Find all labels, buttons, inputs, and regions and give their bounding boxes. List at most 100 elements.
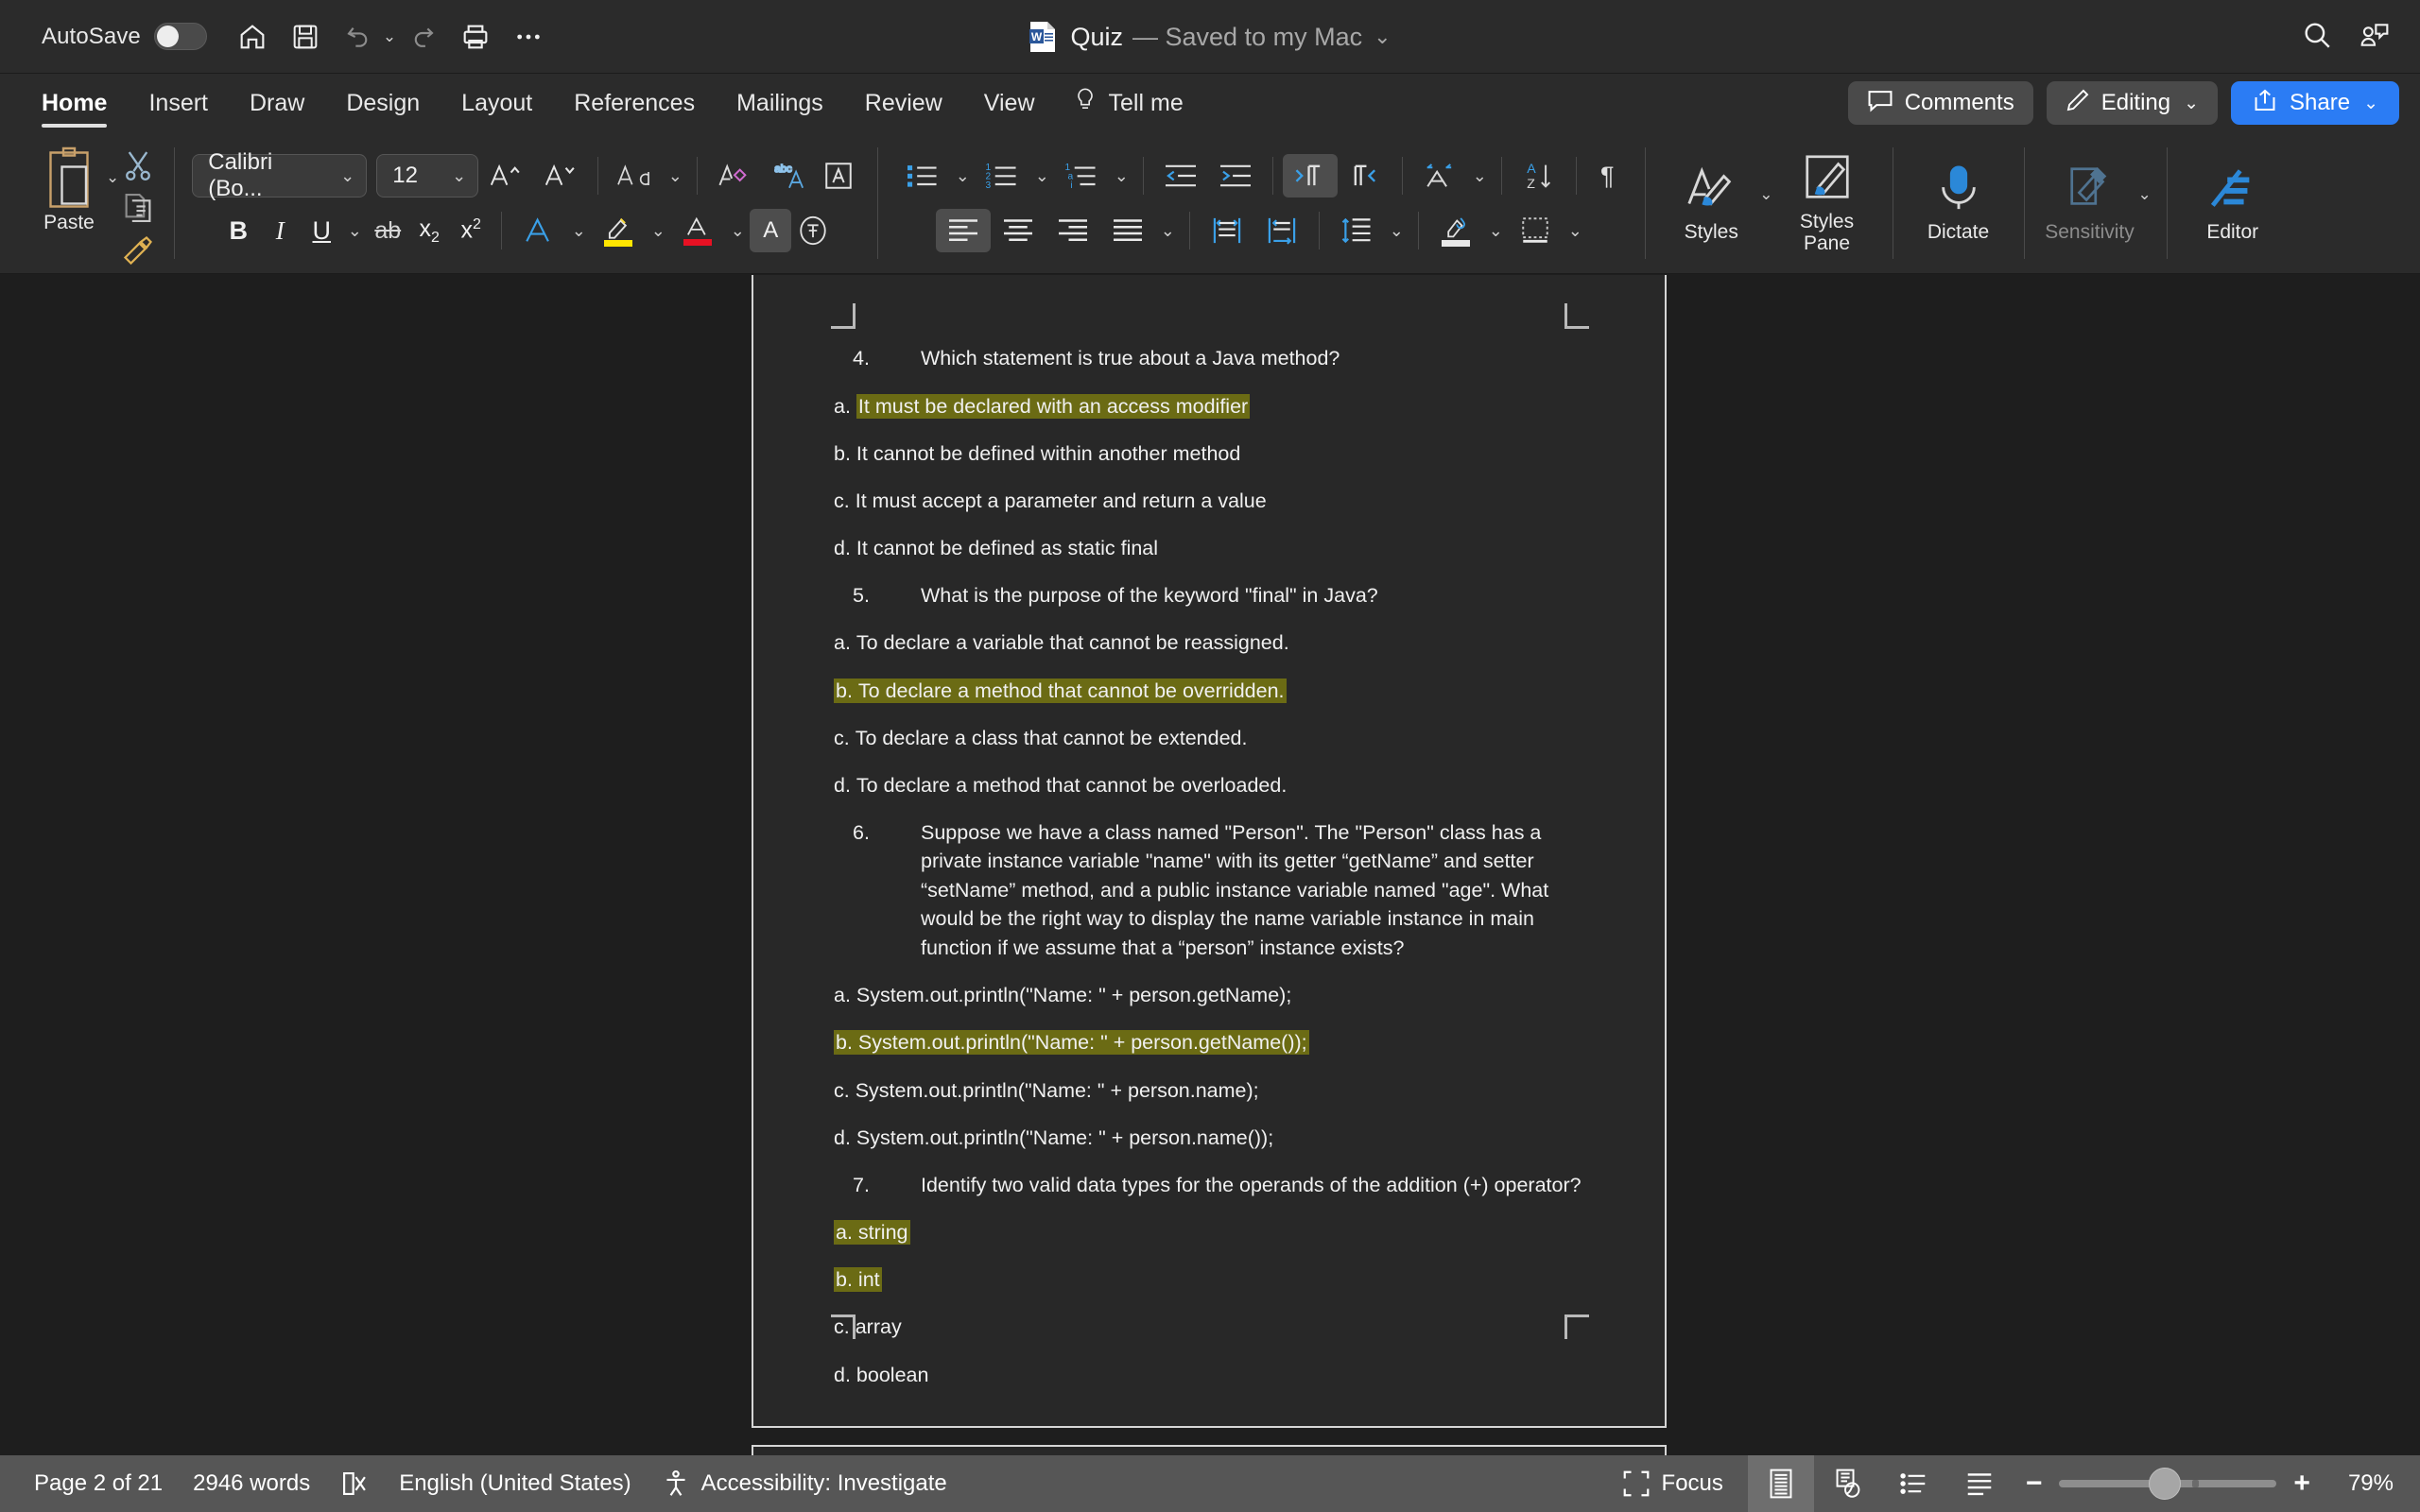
sensitivity-button[interactable]: Sensitivity xyxy=(2038,132,2142,274)
zoom-out-button[interactable]: − xyxy=(2026,1469,2043,1498)
shading-icon[interactable] xyxy=(1428,209,1483,252)
shading-chevron-down-icon[interactable]: ⌄ xyxy=(1483,209,1508,252)
editing-mode-button[interactable]: Editing ⌄ xyxy=(2046,81,2219,125)
proofing-status-icon[interactable] xyxy=(340,1469,369,1498)
editing-chevron-down-icon[interactable]: ⌄ xyxy=(2184,93,2199,114)
shrink-font-icon[interactable] xyxy=(533,154,588,198)
tab-home[interactable]: Home xyxy=(21,74,128,132)
styles-pane-button[interactable]: Styles Pane xyxy=(1775,132,1879,274)
strikethrough-button[interactable]: ab xyxy=(367,209,408,252)
bullet-list-chevron-down-icon[interactable]: ⌄ xyxy=(950,154,975,198)
tab-layout[interactable]: Layout xyxy=(441,74,553,132)
share-button[interactable]: Share ⌄ xyxy=(2231,81,2399,125)
language-indicator[interactable]: English (United States) xyxy=(399,1470,631,1497)
align-center-button[interactable] xyxy=(991,209,1046,252)
bullet-list-icon[interactable] xyxy=(895,154,950,198)
zoom-slider[interactable] xyxy=(2059,1468,2277,1500)
draft-view-button[interactable] xyxy=(1946,1455,2013,1512)
tab-insert[interactable]: Insert xyxy=(128,74,229,132)
text-box-icon[interactable] xyxy=(817,154,860,198)
paste-button[interactable]: Paste xyxy=(28,144,110,234)
tab-mailings[interactable]: Mailings xyxy=(716,74,844,132)
save-icon[interactable] xyxy=(281,12,330,61)
bold-button[interactable]: B xyxy=(217,209,259,252)
line-spacing-chevron-down-icon[interactable]: ⌄ xyxy=(1384,209,1409,252)
tell-me-button[interactable]: Tell me xyxy=(1056,87,1184,120)
redo-icon[interactable] xyxy=(398,12,447,61)
word-count[interactable]: 2946 words xyxy=(193,1470,310,1497)
print-layout-view-button[interactable] xyxy=(1747,1455,1814,1512)
comments-button[interactable]: Comments xyxy=(1847,81,2033,125)
document-page-3[interactable] xyxy=(752,1445,1667,1455)
tab-design[interactable]: Design xyxy=(325,74,441,132)
home-icon[interactable] xyxy=(228,12,277,61)
document-body[interactable]: 4. Which statement is true about a Java m… xyxy=(834,327,1590,1408)
change-case-chevron-down-icon[interactable]: ⌄ xyxy=(663,154,687,198)
tab-view[interactable]: View xyxy=(963,74,1056,132)
font-color-chevron-down-icon[interactable]: ⌄ xyxy=(725,209,750,252)
styles-chevron-down-icon[interactable]: ⌄ xyxy=(1759,185,1772,204)
indent-paragraph-icon[interactable] xyxy=(1254,209,1309,252)
character-shading-button[interactable]: A xyxy=(750,209,792,252)
clear-formatting-icon[interactable] xyxy=(707,154,762,198)
font-size-input[interactable]: 12 ⌄ xyxy=(376,154,479,198)
multilevel-list-chevron-down-icon[interactable]: ⌄ xyxy=(1109,154,1133,198)
borders-chevron-down-icon[interactable]: ⌄ xyxy=(1563,209,1587,252)
tab-references[interactable]: References xyxy=(553,74,716,132)
asian-layout-chevron-down-icon[interactable]: ⌄ xyxy=(1467,154,1492,198)
share-chevron-down-icon[interactable]: ⌄ xyxy=(2363,93,2378,114)
styles-button[interactable]: Styles xyxy=(1659,132,1763,274)
rtl-text-direction-button[interactable] xyxy=(1338,154,1392,198)
character-border-icon[interactable] xyxy=(791,209,835,252)
superscript-button[interactable]: x2 xyxy=(450,209,492,252)
search-icon[interactable] xyxy=(2301,19,2333,56)
sort-icon[interactable]: AZ xyxy=(1512,154,1566,198)
outline-view-button[interactable] xyxy=(1880,1455,1946,1512)
borders-icon[interactable] xyxy=(1508,209,1563,252)
page-indicator[interactable]: Page 2 of 21 xyxy=(34,1470,163,1497)
decrease-indent-icon[interactable] xyxy=(1153,154,1208,198)
highlight-chevron-down-icon[interactable]: ⌄ xyxy=(646,209,670,252)
numbered-list-icon[interactable]: 123 xyxy=(975,154,1029,198)
underline-chevron-down-icon[interactable]: ⌄ xyxy=(342,209,367,252)
zoom-in-button[interactable]: + xyxy=(2293,1469,2310,1498)
font-size-chevron-down-icon[interactable]: ⌄ xyxy=(452,166,466,186)
text-effects-icon[interactable] xyxy=(511,209,566,252)
align-right-button[interactable] xyxy=(1046,209,1100,252)
multilevel-list-icon[interactable]: 1ai xyxy=(1054,154,1109,198)
document-title-dropdown-icon[interactable]: ⌄ xyxy=(1374,25,1391,49)
ltr-text-direction-button[interactable] xyxy=(1283,154,1339,198)
spelling-check-icon[interactable]: abc xyxy=(762,154,817,198)
align-left-button[interactable] xyxy=(936,209,992,252)
document-canvas[interactable]: 4. Which statement is true about a Java m… xyxy=(0,275,2420,1455)
cut-icon[interactable] xyxy=(122,149,154,186)
font-name-input[interactable]: Calibri (Bo... ⌄ xyxy=(192,149,368,201)
undo-dropdown-icon[interactable]: ⌄ xyxy=(383,27,396,46)
increase-indent-icon[interactable] xyxy=(1208,154,1263,198)
subscript-button[interactable]: x2 xyxy=(408,209,450,252)
print-icon[interactable] xyxy=(451,12,500,61)
zoom-percentage[interactable]: 79% xyxy=(2348,1470,2394,1497)
show-formatting-marks-icon[interactable]: ¶ xyxy=(1586,154,1628,198)
zoom-slider-thumb[interactable] xyxy=(2149,1468,2182,1500)
tab-review[interactable]: Review xyxy=(844,74,963,132)
accessibility-status[interactable]: Accessibility: Investigate xyxy=(662,1469,947,1498)
document-page-2[interactable]: 4. Which statement is true about a Java m… xyxy=(752,275,1667,1428)
italic-button[interactable]: I xyxy=(259,209,301,252)
collaborator-icon[interactable] xyxy=(2358,20,2392,55)
distributed-indent-icon[interactable] xyxy=(1200,209,1254,252)
underline-button[interactable]: U xyxy=(301,209,342,252)
font-name-chevron-down-icon[interactable]: ⌄ xyxy=(340,166,354,186)
asian-layout-icon[interactable] xyxy=(1412,154,1467,198)
sensitivity-chevron-down-icon[interactable]: ⌄ xyxy=(2138,185,2152,204)
focus-button[interactable]: Focus xyxy=(1622,1469,1723,1498)
change-case-icon[interactable] xyxy=(608,154,663,198)
web-layout-view-button[interactable] xyxy=(1814,1455,1880,1512)
highlight-color-icon[interactable] xyxy=(591,209,646,252)
justify-chevron-down-icon[interactable]: ⌄ xyxy=(1155,209,1180,252)
paste-dropdown-icon[interactable]: ⌄ xyxy=(106,168,119,187)
font-color-icon[interactable] xyxy=(670,209,725,252)
text-effects-chevron-down-icon[interactable]: ⌄ xyxy=(566,209,591,252)
tab-draw[interactable]: Draw xyxy=(229,74,325,132)
dictate-button[interactable]: Dictate xyxy=(1907,132,2011,274)
